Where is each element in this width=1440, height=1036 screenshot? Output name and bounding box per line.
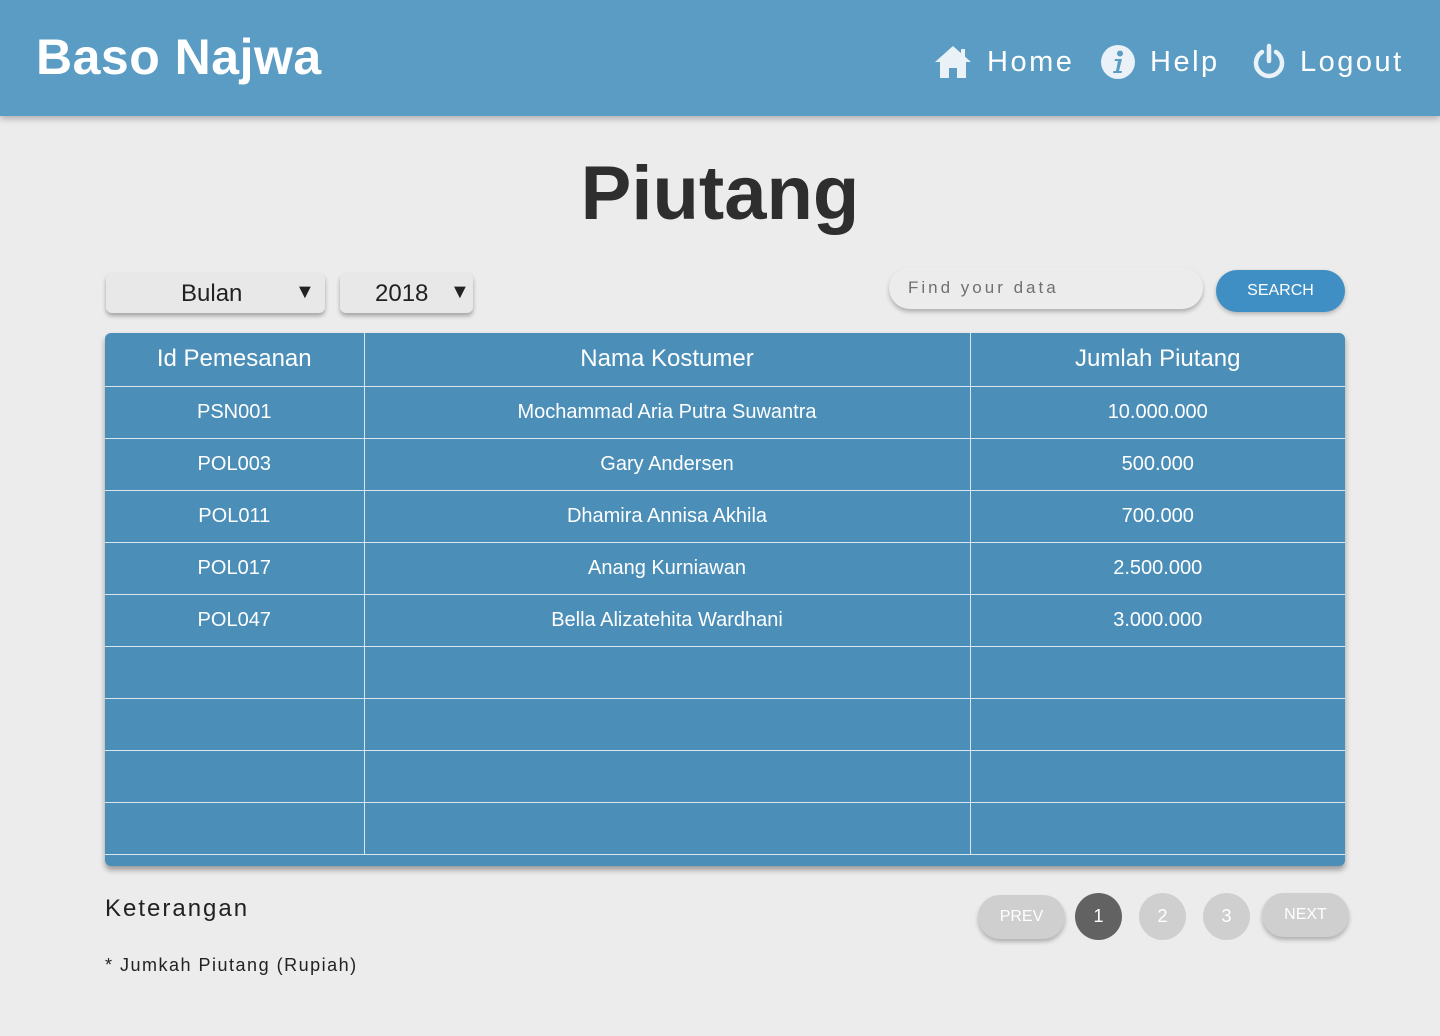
nav-home-label: Home	[987, 45, 1075, 78]
table-row-empty	[105, 646, 1345, 699]
nav-help-label: Help	[1150, 45, 1220, 78]
search-input[interactable]	[889, 267, 1203, 309]
nav-help[interactable]: Help	[1100, 40, 1220, 84]
cell-id: PSN001	[105, 386, 364, 439]
table-row-empty	[105, 750, 1345, 803]
cell-amount: 10.000.000	[969, 386, 1345, 439]
top-header: Baso Najwa Home Help Logout	[0, 0, 1440, 116]
legend-title: Keterangan	[105, 895, 250, 922]
nav-logout[interactable]: Logout	[1252, 40, 1404, 84]
column-header-name[interactable]: Nama Kostumer	[363, 333, 970, 387]
cell-name: Dhamira Annisa Akhila	[363, 490, 970, 543]
cell-id: POL047	[105, 594, 364, 647]
cell-name: Mochammad Aria Putra Suwantra	[363, 386, 970, 439]
receivables-table: Id Pemesanan Nama Kostumer Jumlah Piutan…	[105, 333, 1345, 866]
prev-page-button[interactable]: PREV	[978, 895, 1065, 939]
info-icon	[1100, 44, 1136, 80]
cell-id	[105, 698, 364, 751]
table-row[interactable]: POL011 Dhamira Annisa Akhila 700.000	[105, 490, 1345, 543]
cell-name	[363, 646, 970, 699]
page-3-button[interactable]: 3	[1203, 893, 1250, 940]
cell-name: Gary Andersen	[363, 438, 970, 491]
column-header-amount[interactable]: Jumlah Piutang	[969, 333, 1345, 387]
next-page-button[interactable]: NEXT	[1262, 893, 1349, 937]
legend-note: * Jumkah Piutang (Rupiah)	[105, 955, 358, 975]
cell-id: POL017	[105, 542, 364, 595]
cell-amount	[969, 750, 1345, 803]
cell-id	[105, 802, 364, 855]
table-row-empty	[105, 802, 1345, 855]
cell-id	[105, 646, 364, 699]
search-button[interactable]: SEARCH	[1216, 270, 1345, 312]
cell-amount	[969, 646, 1345, 699]
month-dropdown[interactable]: Bulan ▼	[106, 273, 325, 313]
year-dropdown[interactable]: 2018 ▼	[340, 273, 473, 313]
nav-home[interactable]: Home	[933, 40, 1074, 84]
month-value: Bulan	[181, 280, 243, 307]
table-row[interactable]: POL003 Gary Andersen 500.000	[105, 438, 1345, 491]
page-title: Piutang	[580, 151, 860, 236]
table-header-row: Id Pemesanan Nama Kostumer Jumlah Piutan…	[105, 333, 1345, 387]
cell-id: POL011	[105, 490, 364, 543]
dropdown-arrow-icon: ▼	[295, 281, 315, 303]
dropdown-arrow-icon: ▼	[450, 281, 470, 303]
year-value: 2018	[375, 280, 429, 307]
cell-id	[105, 750, 364, 803]
power-icon	[1252, 43, 1286, 81]
cell-amount: 700.000	[969, 490, 1345, 543]
table-row[interactable]: PSN001 Mochammad Aria Putra Suwantra 10.…	[105, 386, 1345, 439]
cell-amount: 2.500.000	[969, 542, 1345, 595]
cell-name	[363, 750, 970, 803]
cell-id: POL003	[105, 438, 364, 491]
cell-name	[363, 698, 970, 751]
cell-amount: 3.000.000	[969, 594, 1345, 647]
page-2-button[interactable]: 2	[1139, 893, 1186, 940]
cell-amount: 500.000	[969, 438, 1345, 491]
brand-logo[interactable]: Baso Najwa	[36, 28, 322, 86]
cell-name: Anang Kurniawan	[363, 542, 970, 595]
table-row-empty	[105, 698, 1345, 751]
cell-name: Bella Alizatehita Wardhani	[363, 594, 970, 647]
cell-name	[363, 802, 970, 855]
table-row[interactable]: POL017 Anang Kurniawan 2.500.000	[105, 542, 1345, 595]
cell-amount	[969, 698, 1345, 751]
column-header-id[interactable]: Id Pemesanan	[105, 333, 364, 387]
page-1-button[interactable]: 1	[1075, 893, 1122, 940]
table-row[interactable]: POL047 Bella Alizatehita Wardhani 3.000.…	[105, 594, 1345, 647]
nav-logout-label: Logout	[1300, 45, 1404, 78]
home-icon	[933, 44, 973, 80]
cell-amount	[969, 802, 1345, 855]
